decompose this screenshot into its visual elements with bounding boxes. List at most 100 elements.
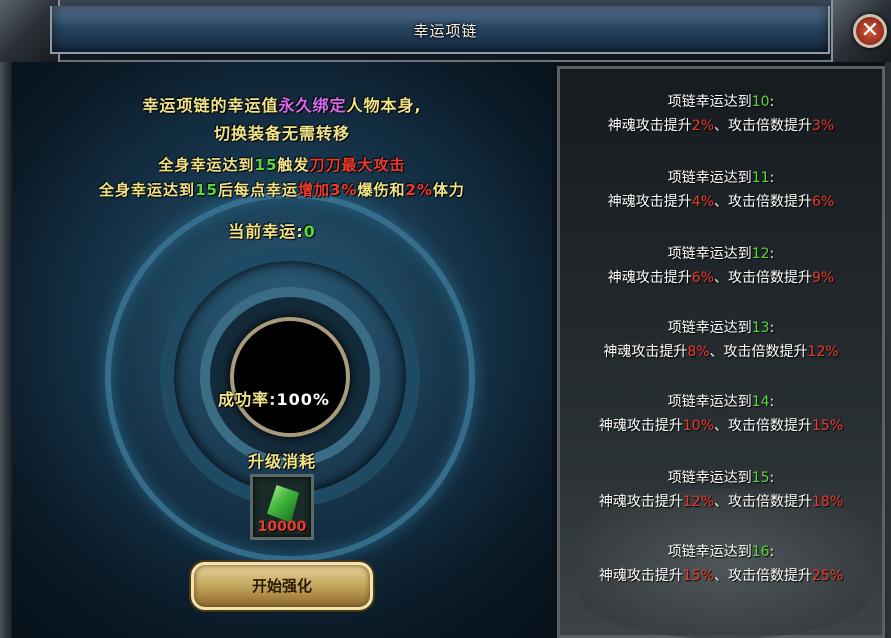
start-enhance-button[interactable]: 开始强化 [191,562,373,610]
info-line-3-c: 触发 [277,156,310,174]
tier-item: 项链幸运达到11: 神魂攻击提升4%、攻击倍数提升6% [560,167,882,211]
success-rate-value: 100% [276,390,330,409]
tier-mult-label: 、攻击倍数提升 [714,270,812,286]
tier-mult-value: 25% [812,568,844,584]
success-rate-label: 成功率: [218,390,277,409]
tier-mult-label: 、攻击倍数提升 [714,418,812,434]
window-title: 幸运项链 [413,22,478,40]
tier-soul-label: 神魂攻击提升 [598,494,683,510]
upgrade-cost-label: 升级消耗 [247,452,316,471]
info-line-4-g: 2% [405,181,433,199]
tier-item: 项链幸运达到12: 神魂攻击提升6%、攻击倍数提升9% [560,243,882,287]
info-line-4-f: 爆伤和 [357,181,406,199]
info-line-3-d: 刀刀最大攻击 [309,156,406,174]
title-bar: 幸运项链 ✕ [0,0,891,62]
current-luck-label: 当前幸运: [228,222,304,241]
tier-soul-value: 2% [691,118,714,134]
tier-bonus: 神魂攻击提升10%、攻击倍数提升15% [560,415,882,435]
tier-mult-value: 12% [807,344,839,360]
tier-heading-text: 项链幸运达到 [667,394,752,410]
tier-colon: : [769,246,775,262]
tier-heading-text: 项链幸运达到 [667,94,752,110]
tier-colon: : [769,544,775,560]
info-line-1-b: 永久绑定 [278,96,347,115]
tier-level: 14 [751,394,770,410]
tier-item: 项链幸运达到16: 神魂攻击提升15%、攻击倍数提升25% [560,541,882,585]
info-line-1-c: 人物本身, [346,96,422,115]
necklace-slot[interactable] [230,317,350,437]
tier-soul-label: 神魂攻击提升 [598,418,683,434]
tier-mult-value: 3% [812,118,835,134]
tier-mult-value: 18% [812,494,844,510]
tier-level: 12 [751,246,770,262]
tier-mult-label: 、攻击倍数提升 [714,494,812,510]
tier-heading: 项链幸运达到11: [560,167,882,187]
tier-mult-value: 9% [812,270,835,286]
tier-colon: : [769,470,775,486]
tier-heading: 项链幸运达到12: [560,243,882,263]
upgrade-material-slot[interactable]: 10000 [250,474,314,540]
tier-item: 项链幸运达到10: 神魂攻击提升2%、攻击倍数提升3% [560,91,882,135]
tier-item: 项链幸运达到14: 神魂攻击提升10%、攻击倍数提升15% [560,391,882,435]
tier-soul-label: 神魂攻击提升 [603,344,688,360]
tier-mult-value: 15% [812,418,844,434]
tier-level: 16 [751,544,770,560]
tier-item: 项链幸运达到13: 神魂攻击提升8%、攻击倍数提升12% [560,317,882,361]
info-line-3-a: 全身幸运达到 [158,156,255,174]
luck-tier-list: 项链幸运达到10: 神魂攻击提升2%、攻击倍数提升3% 项链幸运达到11: 神魂攻击提… [557,66,885,638]
info-line-1-a: 幸运项链的幸运值 [142,96,279,115]
tier-mult-value: 6% [812,194,835,210]
info-line-4-c: 后每点幸运 [217,181,298,199]
tier-colon: : [769,94,775,110]
tier-heading-text: 项链幸运达到 [667,470,752,486]
info-line-4-e: 3% [329,181,358,199]
tier-item: 项链幸运达到15: 神魂攻击提升12%、攻击倍数提升18% [560,467,882,511]
close-button[interactable]: ✕ [853,14,887,48]
frame-right [885,62,891,638]
tier-soul-value: 10% [682,418,714,434]
tier-mult-label: 、攻击倍数提升 [714,194,812,210]
info-line-2: 切换装备无需转移 [213,124,350,143]
tier-heading: 项链幸运达到10: [560,91,882,111]
info-line-4-a: 全身幸运达到 [99,181,196,199]
tier-heading: 项链幸运达到14: [560,391,882,411]
tier-heading: 项链幸运达到13: [560,317,882,337]
tier-bonus: 神魂攻击提升4%、攻击倍数提升6% [560,191,882,211]
tier-level: 13 [751,320,770,336]
tier-soul-value: 12% [682,494,714,510]
tier-heading-text: 项链幸运达到 [667,170,752,186]
tier-mult-label: 、攻击倍数提升 [714,118,812,134]
tier-heading-text: 项链幸运达到 [667,246,752,262]
info-line-4: 全身幸运达到15后每点幸运增加3%爆伤和2%体力 [12,179,552,200]
tier-mult-label: 、攻击倍数提升 [714,568,812,584]
tier-heading-text: 项链幸运达到 [667,544,752,560]
green-gem-icon [267,485,299,523]
current-luck: 当前幸运:0 [2,218,542,242]
tier-soul-label: 神魂攻击提升 [598,568,683,584]
tier-bonus: 神魂攻击提升15%、攻击倍数提升25% [560,565,882,585]
success-rate: 成功率:100% [4,386,544,410]
info-line-4-d: 增加 [297,181,330,199]
info-line-4-b: 15 [195,181,218,199]
tier-bonus: 神魂攻击提升6%、攻击倍数提升9% [560,267,882,287]
material-count: 10000 [257,519,307,535]
necklace-panel: 幸运项链的幸运值永久绑定人物本身, 切换装备无需转移 全身幸运达到15触发刀刀最… [12,62,552,638]
tier-soul-value: 15% [682,568,714,584]
current-luck-value: 0 [303,222,316,241]
tier-colon: : [769,170,775,186]
info-line-4-h: 体力 [432,181,465,199]
tier-soul-label: 神魂攻击提升 [607,194,692,210]
info-line-1: 幸运项链的幸运值永久绑定人物本身, [12,92,552,116]
info-line-3-b: 15 [254,156,278,174]
tier-colon: : [769,394,775,410]
tier-colon: : [769,320,775,336]
frame-left [0,62,12,638]
tier-bonus: 神魂攻击提升2%、攻击倍数提升3% [560,115,882,135]
tier-level: 11 [751,170,770,186]
tier-soul-label: 神魂攻击提升 [607,270,692,286]
tier-level: 10 [751,94,770,110]
tier-soul-value: 8% [687,344,710,360]
tier-bonus: 神魂攻击提升8%、攻击倍数提升12% [560,341,882,361]
tier-bonus: 神魂攻击提升12%、攻击倍数提升18% [560,491,882,511]
tier-heading-text: 项链幸运达到 [667,320,752,336]
